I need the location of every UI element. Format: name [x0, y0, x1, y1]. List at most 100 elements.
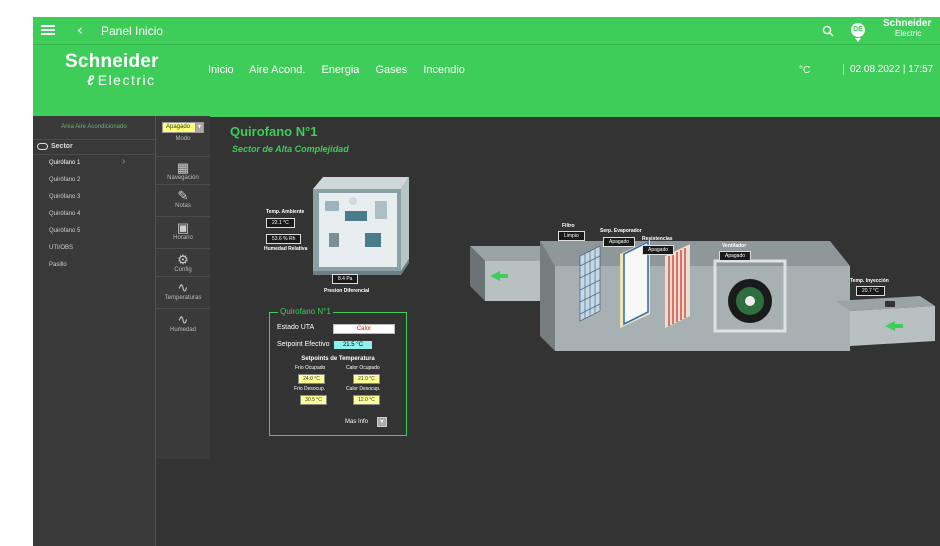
tool-label: Config — [174, 267, 192, 273]
temp-inyeccion-label: Temp. Inyección — [850, 278, 889, 284]
sidebar: Area Aire Acondicionado Sector Quirófano… — [33, 116, 156, 546]
sidebar-item-quirofano-4[interactable]: Quirófano 4 — [33, 210, 155, 227]
settings-icon: ⚙ — [177, 252, 189, 267]
ventilador-value: Apagado — [719, 251, 752, 261]
search-icon[interactable] — [822, 24, 834, 42]
calor-desocup-label: Calor Desocup. — [346, 386, 381, 392]
tool-navegacion[interactable]: ▦ Navegación — [156, 156, 210, 181]
sidebar-item-label: Quirófano 1 — [49, 160, 81, 166]
app-window: ‹ Panel Inicio DE Schneider Electric Sch… — [33, 17, 940, 546]
user-avatar[interactable]: DE — [851, 23, 865, 37]
setpoint-value: 21.5 °C — [334, 341, 372, 349]
evaporador-label: Serp. Evaporador — [600, 228, 642, 234]
filtro-value: Limpio — [558, 231, 585, 241]
sidebar-item-quirofano-2[interactable]: Quirófano 2 — [33, 176, 155, 193]
nav-incendio[interactable]: Incendio — [423, 64, 465, 76]
calor-desocup-value[interactable]: 12.0 °C — [353, 395, 380, 405]
calor-ocupado-value[interactable]: 21.0 °C — [353, 374, 380, 384]
humidity-value: 53.6 % Rh — [266, 234, 302, 244]
tool-notas[interactable]: ✎ Notas — [156, 184, 210, 209]
evaporador-value: Apagado — [603, 237, 636, 247]
top-bar: ‹ Panel Inicio DE Schneider Electric — [33, 17, 940, 44]
mode-value: Apagado — [166, 124, 191, 130]
uta-panel: Quirofano N°1 Estado UTA Calor Setpoint … — [269, 307, 407, 436]
chevron-right-icon: › — [122, 156, 126, 167]
temp-ambiente-label: Temp. Ambiente — [266, 209, 305, 215]
schneider-logo: Schneider Electric — [883, 19, 931, 39]
uta-legend: Quirofano N°1 — [278, 307, 333, 316]
sidebar-item-pasillo[interactable]: Pasillo — [33, 261, 155, 278]
pressure-value: 8.4 Pa — [332, 274, 359, 284]
resistencias-value: Apagado — [642, 245, 675, 255]
frio-desocup-value[interactable]: 30.5 °C — [300, 395, 327, 405]
tool-label: Navegación — [167, 175, 199, 181]
user-menu-chevron-icon[interactable] — [855, 38, 861, 42]
calor-ocupado-label: Calor Ocupado — [346, 365, 380, 371]
sidebar-item-quirofano-5[interactable]: Quirófano 5 — [33, 227, 155, 244]
mas-info-button[interactable]: ▼ — [377, 417, 387, 427]
logo-text-line2: Electric — [895, 29, 922, 38]
brand-line2: Electric — [97, 72, 156, 88]
page-subtitle: Sector de Alta Complejidad — [232, 144, 349, 154]
brand-swoosh-icon: ℓ — [87, 72, 96, 88]
nav-inicio[interactable]: Inicio — [208, 64, 234, 76]
sidebar-item-quirofano-3[interactable]: Quirófano 3 — [33, 193, 155, 210]
humidity-label: Humedad Relativa — [264, 246, 308, 252]
nav-gases[interactable]: Gases — [375, 64, 407, 76]
logo-text-line1: Schneider — [883, 18, 932, 29]
tool-label: Horario — [173, 235, 193, 241]
temp-ambiente-value: 22.1 °C — [266, 218, 295, 228]
header-bar: Schneider ℓ Electric Inicio Aire Acond. E… — [33, 44, 940, 117]
main-nav: Inicio Aire Acond. Energia Gases Incendi… — [208, 64, 478, 76]
navigation-icon: ▦ — [176, 160, 190, 175]
date-time: 02.08.2022 | 17:57 — [843, 64, 933, 75]
panel-title: Panel Inicio — [101, 24, 164, 38]
frio-desocup-label: Frio Desocup. — [294, 386, 326, 392]
sidebar-item-label: Quirófano 2 — [49, 177, 81, 183]
tool-label: Notas — [175, 203, 191, 209]
operating-room-illustration — [313, 177, 409, 275]
unit-toggle[interactable]: °C — [799, 65, 810, 76]
nav-energia[interactable]: Energia — [321, 64, 359, 76]
tool-temperaturas[interactable]: ∿ Temperaturas — [156, 276, 210, 301]
estado-value: Calor — [333, 324, 395, 334]
brand-logo: Schneider ℓ Electric — [65, 51, 159, 89]
resistencias-label: Resistencias — [642, 236, 673, 242]
tool-config[interactable]: ⚙ Config — [156, 248, 210, 273]
pen-icon: ✎ — [177, 188, 189, 203]
tool-label: Temperaturas — [164, 295, 202, 301]
setpoints-header: Setpoints de Temperatura — [301, 356, 375, 362]
tool-label: Humedad — [169, 327, 196, 333]
page-title: Quirofano N°1 — [230, 124, 318, 139]
main-content: Quirofano N°1 Sector de Alta Complejidad… — [210, 116, 940, 546]
sidebar-item-label: Quirófano 5 — [49, 228, 81, 234]
temp-inyeccion-value: 20.7 °C — [856, 286, 885, 296]
sidebar-item-uti-obs[interactable]: UTI/OBS — [33, 244, 155, 261]
sidebar-item-quirofano-1[interactable]: Quirófano 1 › — [33, 156, 155, 176]
back-button[interactable]: ‹ — [77, 21, 83, 39]
sector-label: Sector — [51, 143, 73, 150]
mode-label: Modo — [175, 136, 191, 142]
filtro-label: Filtro — [562, 223, 575, 229]
sidebar-item-label: UTI/OBS — [49, 245, 74, 251]
sidebar-item-label: Pasillo — [49, 262, 67, 268]
tool-humedad[interactable]: ∿ Humedad — [156, 308, 210, 333]
ventilador-label: Ventilador — [722, 243, 747, 249]
nav-aire-acond[interactable]: Aire Acond. — [249, 64, 305, 76]
hamburger-menu-icon[interactable] — [41, 23, 55, 37]
tool-horario[interactable]: ▣ Horario — [156, 216, 210, 241]
sidebar-item-label: Quirófano 4 — [49, 211, 81, 217]
sidebar-header: Area Aire Acondicionado — [61, 124, 127, 130]
frio-ocupado-value[interactable]: 24.0 °C — [298, 374, 325, 384]
mode-select[interactable]: Apagado ▼ — [162, 122, 204, 133]
sector-header[interactable]: Sector — [33, 139, 155, 155]
trend-icon: ∿ — [177, 280, 189, 295]
sector-icon — [37, 142, 48, 150]
calendar-icon: ▣ — [176, 220, 190, 235]
sidebar-item-label: Quirófano 3 — [49, 194, 81, 200]
chevron-down-icon: ▼ — [195, 122, 204, 133]
mas-info-label: Mas Info — [345, 419, 369, 425]
brand-line1: Schneider — [65, 51, 159, 72]
frio-ocupado-label: Frio Ocupado — [295, 365, 326, 371]
estado-label: Estado UTA — [277, 324, 315, 331]
